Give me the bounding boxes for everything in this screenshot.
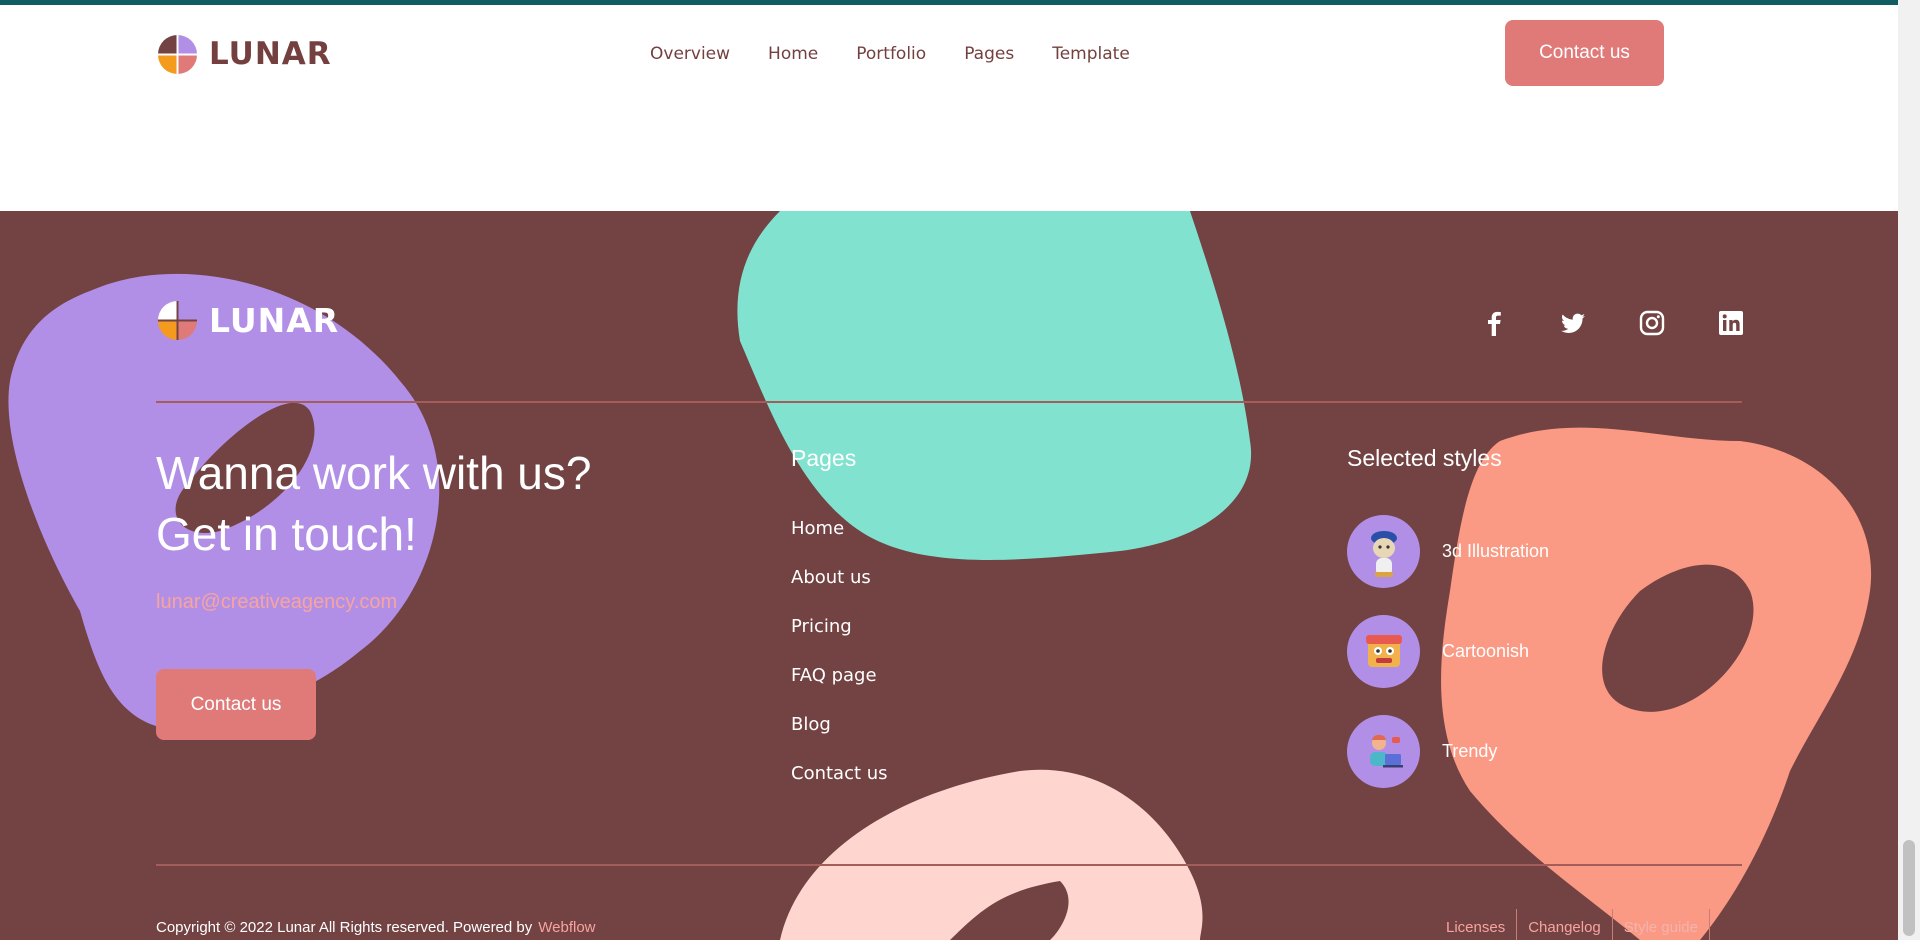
brand-name: LUNAR [209, 36, 332, 72]
legal-links: Licenses Changelog Style guide [1435, 909, 1710, 940]
cartoon-shop-icon [1365, 634, 1402, 667]
footer-logo[interactable]: LUNAR [156, 299, 339, 342]
footer-link-faq[interactable]: FAQ page [791, 665, 888, 714]
scrollbar-thumb[interactable] [1903, 840, 1915, 936]
nav-home[interactable]: Home [768, 44, 818, 64]
copyright-statement: Copyright © 2022 Lunar All Rights reserv… [156, 919, 533, 936]
footer-link-about[interactable]: About us [791, 567, 888, 616]
site-header: LUNAR Overview Home Portfolio Pages Temp… [0, 5, 1898, 210]
instagram-icon[interactable] [1638, 309, 1666, 337]
style-item-3d[interactable]: 3d Illustration [1347, 515, 1549, 588]
facebook-icon[interactable] [1480, 309, 1508, 337]
lunar-logo-icon [157, 34, 198, 74]
style-thumbnail [1347, 515, 1420, 588]
style-guide-link[interactable]: Style guide [1613, 909, 1710, 940]
style-item-cartoonish[interactable]: Cartoonish [1347, 615, 1529, 688]
footer-link-pricing[interactable]: Pricing [791, 616, 888, 665]
pages-heading: Pages [791, 445, 857, 471]
style-thumbnail [1347, 715, 1420, 788]
site-footer: LUNAR Wanna work with us? Get in touch! … [0, 211, 1898, 940]
footer-link-blog[interactable]: Blog [791, 714, 888, 763]
style-label: Cartoonish [1442, 641, 1530, 661]
style-thumbnail [1347, 615, 1420, 688]
main-nav: Overview Home Portfolio Pages Template [650, 44, 1130, 64]
footer-link-contact[interactable]: Contact us [791, 763, 888, 812]
style-label: Trendy [1442, 741, 1498, 761]
twitter-icon[interactable] [1559, 309, 1587, 337]
nav-portfolio[interactable]: Portfolio [856, 44, 926, 64]
person-laptop-icon [1369, 734, 1403, 767]
page-scrollbar[interactable] [1898, 0, 1920, 940]
footer-link-home[interactable]: Home [791, 518, 888, 567]
style-label: 3d Illustration [1442, 541, 1550, 561]
style-item-trendy[interactable]: Trendy [1347, 715, 1497, 788]
3d-character-icon [1370, 530, 1397, 577]
selected-styles-heading: Selected styles [1347, 445, 1502, 471]
nav-pages[interactable]: Pages [964, 44, 1014, 64]
licenses-link[interactable]: Licenses [1435, 909, 1518, 940]
webflow-link[interactable]: Webflow [538, 919, 595, 936]
footer-divider-top [156, 401, 1742, 403]
headline-line-1: Wanna work with us? [156, 447, 592, 499]
copyright-text: Copyright © 2022 Lunar All Rights reserv… [156, 919, 596, 936]
header-logo[interactable]: LUNAR [156, 32, 332, 76]
pages-link-list: Home About us Pricing FAQ page Blog Cont… [791, 518, 888, 812]
header-contact-button[interactable]: Contact us [1505, 20, 1664, 86]
footer-divider-bottom [156, 864, 1742, 866]
social-links [1480, 309, 1745, 337]
footer-contact-button[interactable]: Contact us [156, 669, 316, 740]
headline-line-2: Get in touch! [156, 508, 417, 560]
footer-brand-name: LUNAR [209, 301, 340, 340]
contact-email-link[interactable]: lunar@creativeagency.com [156, 591, 397, 614]
linkedin-icon[interactable] [1717, 309, 1745, 337]
changelog-link[interactable]: Changelog [1517, 909, 1613, 940]
nav-overview[interactable]: Overview [650, 44, 730, 64]
footer-headline: Wanna work with us? Get in touch! [156, 443, 676, 565]
lunar-logo-icon [157, 300, 198, 341]
nav-template[interactable]: Template [1052, 44, 1130, 64]
